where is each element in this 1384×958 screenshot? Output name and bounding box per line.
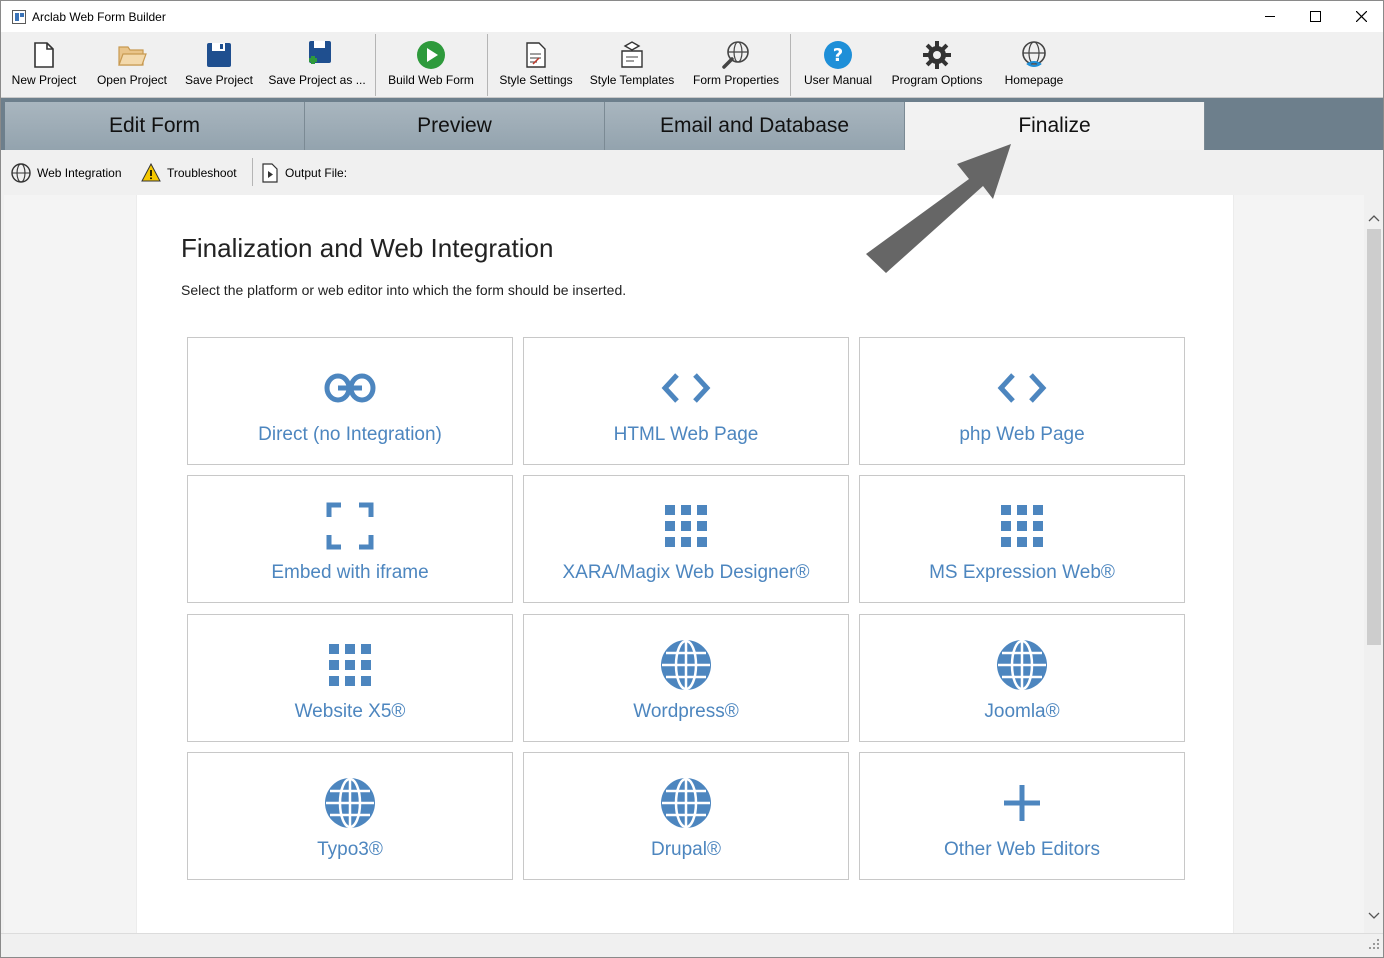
card-joomla[interactable]: Joomla® — [859, 614, 1185, 742]
subtoolbar-separator — [252, 158, 253, 186]
style-settings-button[interactable]: Style Settings — [499, 32, 573, 98]
maximize-icon — [1309, 11, 1321, 22]
card-wordpress[interactable]: Wordpress® — [523, 614, 849, 742]
close-icon — [1355, 11, 1367, 22]
style-document-icon — [521, 40, 551, 70]
web-integration-label: Web Integration — [37, 166, 122, 180]
template-icon — [617, 40, 647, 70]
new-project-button[interactable]: New Project — [11, 32, 77, 98]
toolbar-separator — [375, 34, 376, 96]
toolbar-separator — [487, 34, 488, 96]
globe-icon — [656, 777, 716, 829]
status-bar — [1, 933, 1383, 957]
code-icon — [992, 362, 1052, 414]
help-icon: ? — [823, 40, 853, 70]
card-typo3[interactable]: Typo3® — [187, 752, 513, 880]
grid-icon — [320, 639, 380, 691]
troubleshoot-button[interactable]: Troubleshoot — [141, 162, 237, 184]
play-icon — [416, 40, 446, 70]
card-php-web-page[interactable]: php Web Page — [859, 337, 1185, 465]
form-properties-button[interactable]: Form Properties — [691, 32, 781, 98]
user-manual-button[interactable]: ? User Manual — [802, 32, 874, 98]
frame-corners-icon — [320, 500, 380, 552]
output-file-label: Output File: — [285, 166, 348, 180]
tab-bar: Edit Form Preview Email and Database Fin… — [1, 98, 1383, 150]
svg-text:?: ? — [833, 45, 843, 66]
build-web-form-button[interactable]: Build Web Form — [387, 32, 475, 98]
scrollbar-thumb[interactable] — [1367, 229, 1381, 645]
card-embed-iframe[interactable]: Embed with iframe — [187, 475, 513, 603]
card-html-web-page[interactable]: HTML Web Page — [523, 337, 849, 465]
page-subtitle: Select the platform or web editor into w… — [181, 282, 627, 298]
card-direct[interactable]: Direct (no Integration) — [187, 337, 513, 465]
save-project-as-button[interactable]: Save Project as ... — [268, 32, 366, 98]
minimize-button[interactable] — [1247, 1, 1293, 32]
plus-icon — [992, 777, 1052, 829]
folder-open-icon — [117, 40, 147, 70]
title-bar: Arclab Web Form Builder — [1, 1, 1383, 32]
style-templates-button[interactable]: Style Templates — [589, 32, 675, 98]
scroll-up-icon[interactable] — [1368, 209, 1380, 227]
maximize-button[interactable] — [1292, 1, 1338, 32]
link-icon — [320, 362, 380, 414]
globe-wrench-icon — [721, 40, 751, 70]
window-title: Arclab Web Form Builder — [32, 9, 166, 24]
close-button[interactable] — [1338, 1, 1384, 32]
app-icon — [12, 9, 26, 24]
file-play-icon — [261, 163, 279, 183]
tab-preview[interactable]: Preview — [305, 102, 605, 150]
card-xara-magix[interactable]: XARA/Magix Web Designer® — [523, 475, 849, 603]
annotation-arrow-icon — [861, 139, 1021, 279]
open-project-button[interactable]: Open Project — [95, 32, 169, 98]
grid-icon — [992, 500, 1052, 552]
floppy-disk-plus-icon — [302, 40, 332, 70]
globe-icon — [11, 163, 31, 183]
card-ms-expression-web[interactable]: MS Expression Web® — [859, 475, 1185, 603]
troubleshoot-label: Troubleshoot — [167, 166, 237, 180]
web-integration-button[interactable]: Web Integration — [11, 162, 122, 184]
card-other-web-editors[interactable]: Other Web Editors — [859, 752, 1185, 880]
code-icon — [656, 362, 716, 414]
homepage-button[interactable]: Homepage — [1001, 32, 1067, 98]
card-drupal[interactable]: Drupal® — [523, 752, 849, 880]
grid-icon — [656, 500, 716, 552]
new-document-icon — [29, 40, 59, 70]
globe-icon — [320, 777, 380, 829]
gear-icon — [922, 40, 952, 70]
tab-edit-form[interactable]: Edit Form — [5, 102, 305, 150]
card-website-x5[interactable]: Website X5® — [187, 614, 513, 742]
output-file-button[interactable]: Output File: — [261, 162, 347, 184]
sub-toolbar: Web Integration Troubleshoot Output File… — [1, 150, 1383, 195]
program-options-button[interactable]: Program Options — [889, 32, 985, 98]
scroll-down-icon[interactable] — [1368, 907, 1380, 925]
globe-icon — [992, 639, 1052, 691]
floppy-disk-icon — [204, 40, 234, 70]
globe-link-icon — [1019, 40, 1049, 70]
warning-icon — [141, 163, 161, 183]
save-project-button[interactable]: Save Project — [185, 32, 253, 98]
minimize-icon — [1264, 16, 1275, 17]
globe-icon — [656, 639, 716, 691]
resize-grip-icon[interactable] — [1369, 936, 1379, 954]
content-area: Finalization and Web Integration Select … — [4, 195, 1364, 933]
finalize-page: Finalization and Web Integration Select … — [136, 195, 1234, 933]
main-toolbar: New Project Open Project Save Project Sa… — [1, 32, 1383, 98]
app-window: Arclab Web Form Builder New Project Open… — [0, 0, 1384, 958]
tab-email-and-database[interactable]: Email and Database — [605, 102, 905, 150]
vertical-scrollbar[interactable] — [1364, 195, 1383, 933]
toolbar-separator — [790, 34, 791, 96]
page-title: Finalization and Web Integration — [181, 233, 554, 263]
